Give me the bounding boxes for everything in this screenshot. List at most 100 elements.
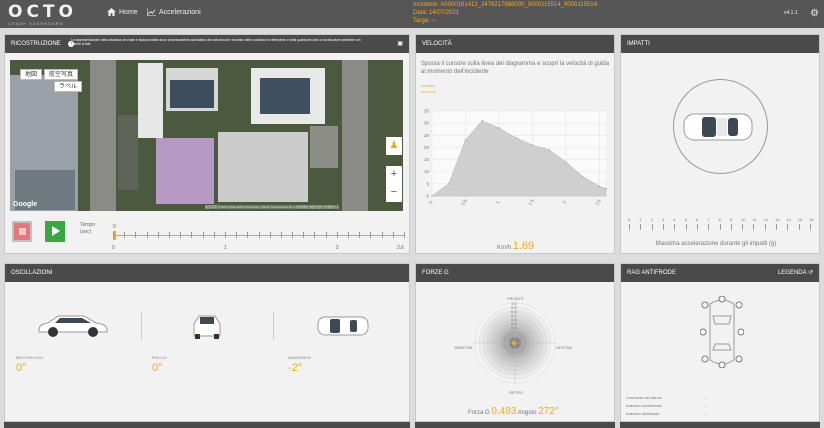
y-tick-label: 30 xyxy=(424,121,430,126)
next-panel-header xyxy=(4,422,410,428)
google-logo: Google xyxy=(13,201,38,208)
map-labels-toggle[interactable]: ラベル xyxy=(54,81,82,92)
impact-scale-tick xyxy=(629,224,630,230)
time-current: 0 xyxy=(113,224,116,230)
time-tick xyxy=(348,232,350,238)
impact-scale-label: 13 xyxy=(775,217,780,222)
rag-row-label: Indirizzo dichiarato xyxy=(626,411,660,416)
time-tick xyxy=(381,232,383,238)
g-force-marker xyxy=(512,340,517,345)
kmh-value: 1.69 xyxy=(512,240,535,252)
impact-scale-tick xyxy=(640,224,642,230)
y-tick-label: 35 xyxy=(424,109,430,114)
speed-point[interactable] xyxy=(514,136,517,139)
map-building xyxy=(310,126,338,168)
y-tick-label: 0 xyxy=(426,194,429,199)
time-tick xyxy=(168,232,170,238)
y-tick-label: 10 xyxy=(424,169,430,174)
rag-row-value: -- xyxy=(704,403,707,408)
time-tick xyxy=(180,232,182,238)
impact-scale-tick xyxy=(764,224,766,230)
direction-back: RETRO xyxy=(509,390,523,395)
octo-logo[interactable]: OCTO CRASH DASHBOARD xyxy=(8,2,92,26)
satellite-map[interactable]: 地図 航空写真 ラベル xyxy=(10,60,403,211)
stop-button[interactable] xyxy=(12,221,32,242)
nav-home[interactable]: Home xyxy=(107,8,138,16)
x-tick-label: 2.5 xyxy=(594,198,602,206)
speed-point[interactable] xyxy=(565,161,567,163)
speed-point[interactable] xyxy=(464,139,467,141)
map-type-map[interactable]: 地図 xyxy=(20,69,42,80)
time-tick-label: 1 xyxy=(223,245,227,251)
speed-chart[interactable]: 0 5 10 15 20 25 30 35 0 0.5 1 1.5 2 2.5 xyxy=(418,108,610,208)
impact-scale-tick xyxy=(708,224,710,230)
street-view-pegman-icon[interactable]: ♟ xyxy=(386,137,402,155)
map-attribution[interactable]: 航空写真 ©2021 Digital Earth Technology, Max… xyxy=(205,205,340,209)
impact-scale-label: 14 xyxy=(786,217,791,222)
legenda-label: LEGENDA xyxy=(777,270,807,276)
divider xyxy=(273,312,274,340)
speed-point[interactable] xyxy=(548,149,550,151)
impact-scale-label: 11 xyxy=(752,217,757,222)
forze-title: FORZE G xyxy=(422,270,449,276)
y-tick-label: 20 xyxy=(424,145,430,150)
impact-scale-tick xyxy=(742,224,744,230)
time-tick xyxy=(236,232,238,238)
nav-accelerazioni[interactable]: Accelerazioni xyxy=(147,8,201,16)
oscillazioni-header: OSCILLAZIONI xyxy=(5,264,409,282)
speed-point[interactable] xyxy=(498,127,500,129)
x-tick-label: 0.5 xyxy=(460,198,468,206)
speed-point[interactable] xyxy=(605,187,607,190)
settings-gear-icon[interactable]: ⚙ xyxy=(810,8,819,19)
time-tick xyxy=(124,232,126,238)
speed-point[interactable] xyxy=(481,119,483,122)
imbardata-label: IMBARDATA xyxy=(288,355,311,360)
top-bar: OCTO CRASH DASHBOARD Home Accelerazioni … xyxy=(0,0,824,28)
oscillazioni-panel: OSCILLAZIONI xyxy=(4,263,410,422)
speed-point[interactable] xyxy=(431,195,433,197)
zoom-out-button[interactable]: − xyxy=(386,184,402,202)
home-icon xyxy=(107,8,116,16)
speed-point[interactable] xyxy=(531,144,534,146)
impact-scale-label: 15 xyxy=(797,217,803,222)
zoom-in-button[interactable]: + xyxy=(386,166,402,184)
maximize-icon[interactable]: ▣ xyxy=(397,35,403,53)
kmh-label: Km/h xyxy=(497,245,512,251)
tempo-label: Tempo xyxy=(80,222,96,228)
car-front-view-icon xyxy=(193,315,221,339)
map-building xyxy=(260,78,310,114)
oscillazioni-title: OSCILLAZIONI xyxy=(11,270,53,276)
time-tick-label: 0 xyxy=(112,245,115,251)
impact-scale-tick xyxy=(662,224,664,230)
impact-scale-label: 4 xyxy=(673,217,676,222)
time-tick xyxy=(314,232,316,238)
impact-scale-tick xyxy=(719,224,721,230)
car-sensor-diagram xyxy=(700,296,744,368)
time-tick-label: 2.6 xyxy=(397,245,404,251)
ricostruzione-info: La rappresentazione della dinamica del c… xyxy=(71,38,361,46)
impact-scale-tick xyxy=(651,224,653,230)
impact-scale-label: 9 xyxy=(729,217,733,222)
legend-velocita: velocità xyxy=(421,83,435,88)
time-tick xyxy=(292,232,294,238)
impact-scale-label: 0 xyxy=(628,217,631,222)
imbardata-value: -2° xyxy=(288,362,303,374)
rag-header: RAG ANTIFRODE LEGENDA ↺ xyxy=(621,264,819,282)
map-type-satellite[interactable]: 航空写真 xyxy=(44,69,78,80)
velocita-title: VELOCITÀ xyxy=(422,41,452,47)
legenda-link[interactable]: LEGENDA ↺ xyxy=(778,264,813,282)
time-tick xyxy=(135,232,137,238)
ricostruzione-header: RICOSTRUZIONE i La rappresentazione dell… xyxy=(5,35,409,53)
next-panel-header xyxy=(415,422,615,428)
speed-point[interactable] xyxy=(447,183,450,185)
speed-point[interactable] xyxy=(598,185,601,188)
impact-scale-label: 16 xyxy=(809,217,814,222)
impact-scale-label: 10 xyxy=(741,217,746,222)
speed-point[interactable] xyxy=(581,175,584,178)
ricostruzione-title: RICOSTRUZIONE xyxy=(11,41,61,47)
impact-scale-label: 7 xyxy=(707,217,710,222)
sec-label: (sec) xyxy=(80,229,92,235)
impatti-header: IMPATTI xyxy=(621,35,819,53)
play-button[interactable] xyxy=(45,221,65,242)
car-top-view-icon xyxy=(317,316,369,336)
